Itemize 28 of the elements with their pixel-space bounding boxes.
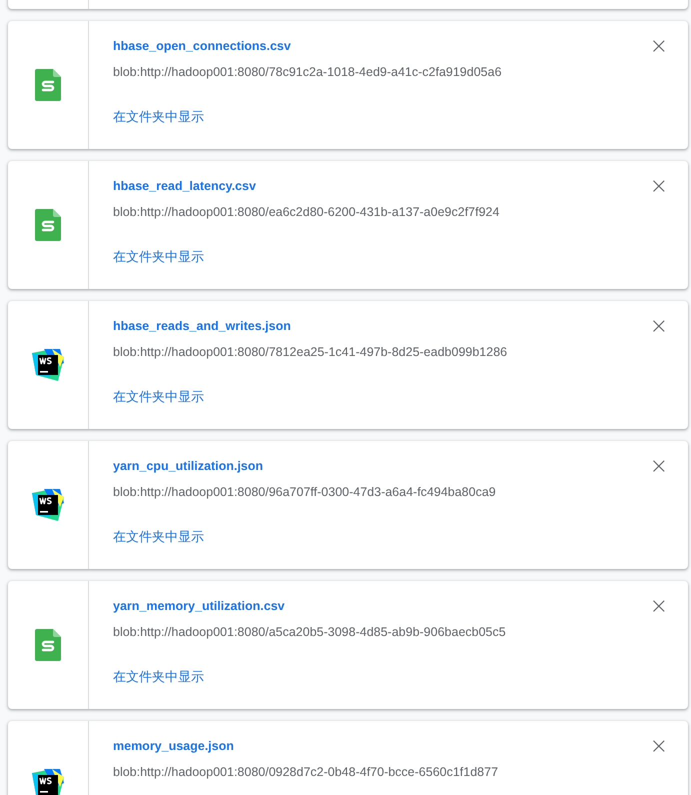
- spreadsheet-file-icon: [35, 209, 61, 241]
- file-name-link[interactable]: hbase_open_connections.csv: [113, 36, 291, 56]
- remove-button[interactable]: ×: [646, 315, 672, 339]
- remove-button[interactable]: ×: [646, 595, 672, 619]
- show-in-folder-link[interactable]: 在文件夹中显示: [113, 527, 204, 547]
- show-in-folder-link[interactable]: 在文件夹中显示: [113, 387, 204, 407]
- file-url: blob:http://hadoop001:8080/7812ea25-1c41-497b-8d25-eadb099b1286: [113, 344, 508, 361]
- file-name-link[interactable]: yarn_memory_utilization.csv: [113, 596, 285, 616]
- file-name-link[interactable]: yarn_cpu_utilization.json: [113, 456, 264, 476]
- file-name-link[interactable]: hbase_reads_and_writes.json: [113, 316, 291, 336]
- show-in-folder-link[interactable]: 在文件夹中显示: [113, 247, 204, 267]
- file-url: blob:http://hadoop001:8080/96a707ff-0300-47d3-a6a4-fc494ba80ca9: [113, 484, 496, 501]
- remove-button[interactable]: ×: [646, 455, 672, 479]
- file-url: blob:http://hadoop001:8080/a5ca20b5-3098-4d85-ab9b-906baecb05c5: [113, 624, 506, 641]
- show-in-folder-link[interactable]: 在文件夹中显示: [113, 667, 204, 687]
- show-in-folder-link[interactable]: 在文件夹中显示: [113, 107, 204, 127]
- file-url: blob:http://hadoop001:8080/0928d7c2-0b48-4f70-bcce-6560c1f1d877: [113, 764, 498, 781]
- spreadsheet-file-icon: [35, 69, 61, 101]
- ide-app-icon: [32, 349, 64, 381]
- file-name-link[interactable]: hbase_read_latency.csv: [113, 176, 256, 196]
- remove-button[interactable]: ×: [646, 35, 672, 59]
- ide-app-icon: [32, 489, 64, 521]
- file-url: blob:http://hadoop001:8080/ea6c2d80-6200-431b-a137-a0e9c2f7f924: [113, 204, 500, 221]
- file-url: blob:http://hadoop001:8080/78c91c2a-1018-4ed9-a41c-c2fa919d05a6: [113, 64, 502, 81]
- file-name-link[interactable]: memory_usage.json: [113, 736, 234, 756]
- remove-button[interactable]: ×: [646, 735, 672, 759]
- spreadsheet-file-icon: [35, 629, 61, 661]
- remove-button[interactable]: ×: [646, 175, 672, 199]
